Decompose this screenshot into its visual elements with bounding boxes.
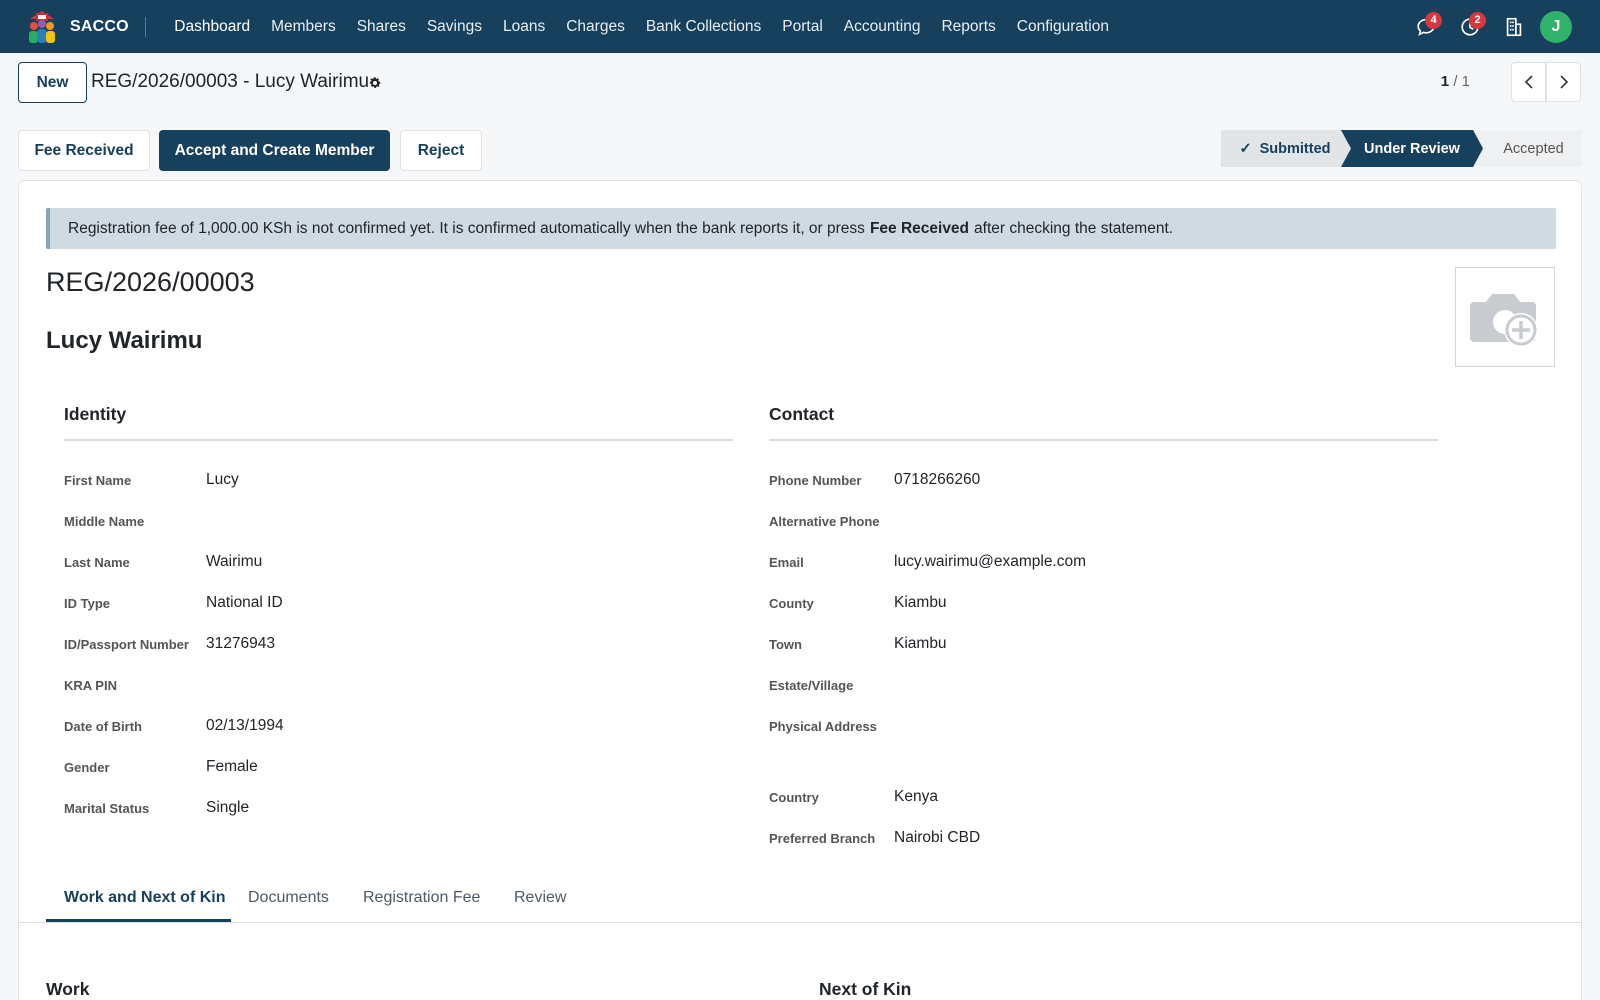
field-value-id-number[interactable]: 31276943 (206, 635, 275, 653)
menu-bank-collections[interactable]: Bank Collections (635, 18, 771, 36)
field-value-date-of-birth[interactable]: 02/13/1994 (206, 717, 284, 735)
field-value-preferred-branch[interactable]: Nairobi CBD (894, 829, 980, 847)
field-label-id-number: ID/Passport Number (64, 637, 189, 652)
registration-reference: REG/2026/00003 (46, 267, 255, 297)
field-label-first-name: First Name (64, 473, 132, 488)
tab-registration-fee[interactable]: Registration Fee (363, 889, 480, 907)
messages-button[interactable]: 4 (1404, 0, 1448, 53)
identity-group-title: Identity (64, 404, 127, 424)
status-bar: ✓ Submitted Accepted Under Review (1221, 130, 1582, 167)
contact-divider (769, 439, 1438, 441)
alert-text-bold: Fee Received (869, 219, 970, 237)
applicant-name: Lucy Wairimu (46, 327, 203, 354)
active-tab-indicator (46, 919, 231, 922)
field-label-gender: Gender (64, 760, 110, 775)
gear-icon[interactable] (368, 76, 382, 94)
pager-total: 1 (1461, 73, 1470, 90)
field-label-physical-address: Physical Address (769, 719, 877, 734)
photo-upload[interactable] (1455, 267, 1555, 367)
messages-badge: 4 (1425, 12, 1442, 29)
systray: 4 2 J (1404, 0, 1572, 53)
field-value-town[interactable]: Kiambu (894, 635, 947, 653)
field-label-last-name: Last Name (64, 555, 130, 570)
form-sheet: Registration fee of 1,000.00 KSh is not … (18, 180, 1582, 1000)
menu-configuration[interactable]: Configuration (1006, 18, 1119, 36)
pager-next-button[interactable] (1546, 62, 1581, 102)
status-stage-label: Under Review (1364, 140, 1460, 157)
field-label-country: Country (769, 790, 819, 805)
status-stage-submitted[interactable]: ✓ Submitted (1221, 130, 1349, 167)
field-label-email: Email (769, 555, 804, 570)
status-stage-label: Accepted (1503, 140, 1564, 157)
field-value-country[interactable]: Kenya (894, 788, 938, 806)
nav-divider (144, 16, 146, 37)
pager-previous-button[interactable] (1511, 62, 1546, 102)
camera-add-icon (1470, 294, 1538, 347)
identity-divider (64, 439, 733, 441)
field-label-town: Town (769, 637, 802, 652)
reject-button[interactable]: Reject (400, 130, 482, 171)
field-label-preferred-branch: Preferred Branch (769, 831, 876, 846)
check-icon: ✓ (1239, 140, 1252, 157)
field-label-middle-name: Middle Name (64, 514, 145, 529)
menu-members[interactable]: Members (261, 18, 347, 36)
field-label-marital-status: Marital Status (64, 801, 150, 816)
field-value-county[interactable]: Kiambu (894, 594, 947, 612)
field-label-alt-phone: Alternative Phone (769, 514, 880, 529)
alert-text-before: Registration fee of 1,000.00 KSh is not … (68, 219, 865, 237)
pager-current: 1 (1440, 73, 1450, 90)
user-avatar[interactable]: J (1540, 10, 1572, 43)
status-stage-label: Submitted (1259, 140, 1331, 157)
breadcrumb-record-title: REG/2026/00003 - Lucy Wairimu (91, 71, 370, 92)
top-navbar: SACCO Dashboard Members Shares Savings L… (0, 0, 1600, 53)
field-value-phone[interactable]: 0718266260 (894, 471, 980, 489)
field-label-estate: Estate/Village (769, 678, 854, 693)
menu-reports[interactable]: Reports (931, 18, 1006, 36)
menu-savings[interactable]: Savings (416, 18, 492, 36)
brand[interactable]: SACCO (24, 9, 129, 45)
menu-loans[interactable]: Loans (493, 18, 556, 36)
field-label-kra-pin: KRA PIN (64, 678, 117, 693)
field-value-marital-status[interactable]: Single (206, 799, 249, 817)
field-label-id-type: ID Type (64, 596, 110, 611)
fee-received-button[interactable]: Fee Received (18, 130, 150, 171)
tab-work-next-of-kin[interactable]: Work and Next of Kin (64, 889, 226, 907)
work-section-title: Work (46, 979, 90, 999)
next-of-kin-section-title: Next of Kin (819, 979, 912, 999)
activities-badge: 2 (1469, 12, 1486, 29)
menu-accounting[interactable]: Accounting (833, 18, 931, 36)
tab-review[interactable]: Review (514, 889, 566, 907)
field-value-first-name[interactable]: Lucy (206, 471, 239, 489)
menu-dashboard[interactable]: Dashboard (164, 18, 261, 36)
chevron-left-icon (1524, 75, 1533, 89)
field-value-email[interactable]: lucy.wairimu@example.com (894, 553, 1086, 571)
pager-value[interactable]: 1 / 1 (1441, 73, 1470, 90)
field-label-date-of-birth: Date of Birth (64, 719, 142, 734)
status-stage-under-review[interactable]: Under Review (1341, 130, 1483, 167)
field-label-phone: Phone Number (769, 473, 862, 488)
menu-charges[interactable]: Charges (556, 18, 636, 36)
new-button[interactable]: New (18, 62, 87, 103)
fee-alert: Registration fee of 1,000.00 KSh is not … (46, 208, 1556, 249)
contact-group-title: Contact (769, 404, 835, 424)
chevron-right-icon (1559, 75, 1568, 89)
tab-documents[interactable]: Documents (248, 889, 329, 907)
notebook-tabs: Work and Next of Kin Documents Registrat… (19, 871, 1581, 923)
app-name: SACCO (70, 17, 129, 35)
company-switcher[interactable] (1492, 0, 1536, 53)
alert-text-after: after checking the statement. (974, 219, 1174, 237)
field-value-last-name[interactable]: Wairimu (206, 553, 262, 571)
menu-portal[interactable]: Portal (772, 18, 834, 36)
status-stage-accepted[interactable]: Accepted (1471, 130, 1582, 167)
menu-shares[interactable]: Shares (346, 18, 416, 36)
main-menu: Dashboard Members Shares Savings Loans C… (164, 18, 1120, 36)
building-icon (1506, 17, 1522, 36)
sacco-logo-icon (24, 9, 60, 45)
accept-create-member-button[interactable]: Accept and Create Member (159, 130, 390, 171)
field-value-id-type[interactable]: National ID (206, 594, 283, 612)
field-value-gender[interactable]: Female (206, 758, 258, 776)
activities-button[interactable]: 2 (1448, 0, 1492, 53)
field-label-county: County (769, 596, 814, 611)
